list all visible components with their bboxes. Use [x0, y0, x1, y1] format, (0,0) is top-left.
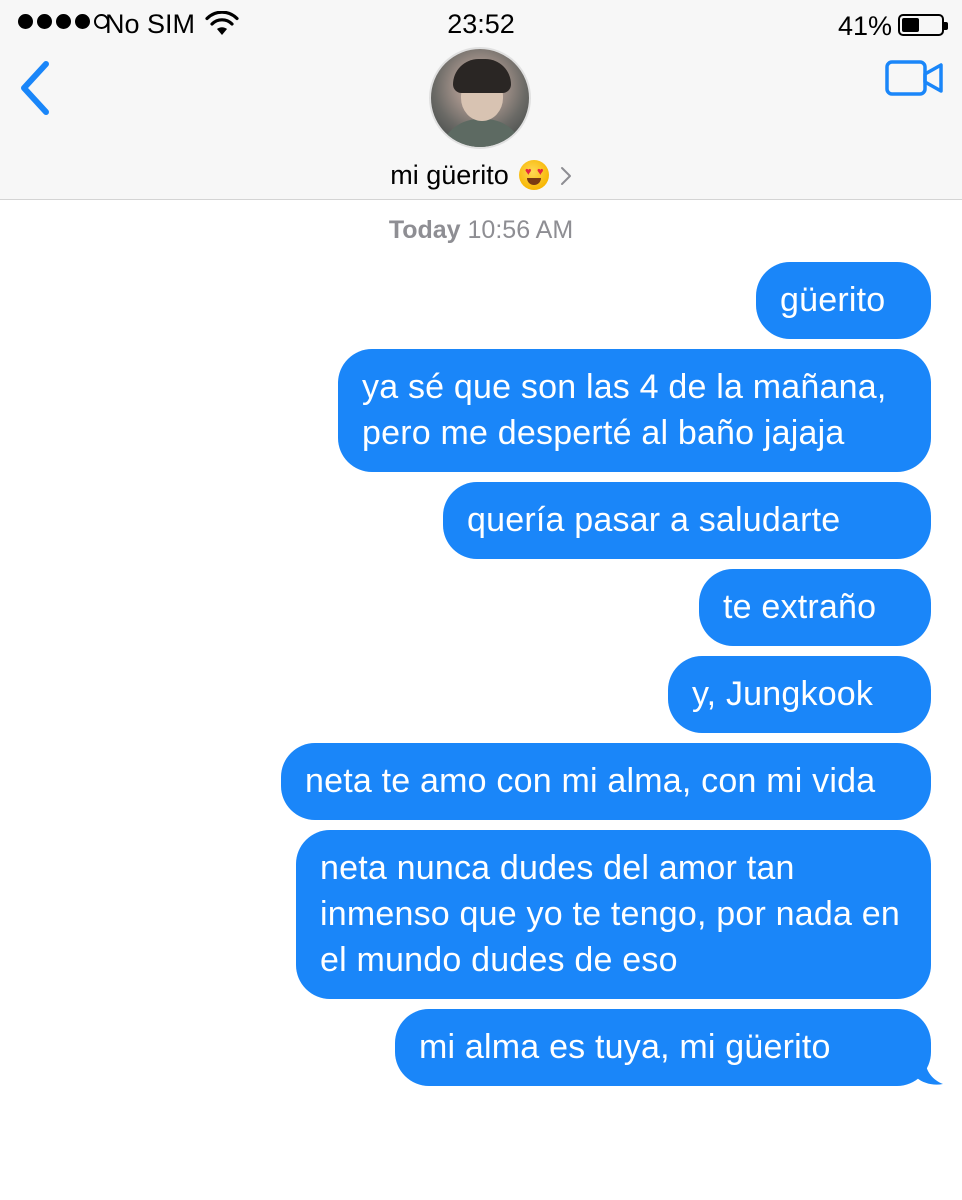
sent-message-bubble[interactable]: mi alma es tuya, mi güerito: [395, 1009, 943, 1086]
message-timestamp: Today 10:56 AM: [0, 216, 962, 245]
sent-message-text: mi alma es tuya, mi güerito: [419, 1028, 831, 1066]
sent-message-bubble[interactable]: neta te amo con mi alma, con mi vida: [281, 743, 931, 820]
chevron-right-icon: [560, 167, 571, 185]
heart-eyes-emoji-icon: ♥ ♥: [519, 160, 550, 190]
messages-screen: No SIM 23:52 41% mi güerito ♥ ♥ Today 10…: [0, 0, 962, 1200]
contact-name-button[interactable]: mi güerito ♥ ♥: [0, 160, 962, 191]
sent-message-bubble[interactable]: güerito: [756, 262, 931, 339]
signal-strength-icon: [18, 14, 109, 29]
sent-message-bubble[interactable]: neta nunca dudes del amor tan inmenso qu…: [296, 830, 931, 999]
video-camera-icon[interactable]: [884, 58, 946, 100]
contact-name: mi güerito: [390, 160, 509, 190]
timestamp-day: Today: [388, 216, 461, 244]
contact-avatar[interactable]: [429, 47, 531, 149]
bubble-tail-icon: [917, 1060, 943, 1085]
back-chevron-icon[interactable]: [12, 58, 62, 118]
sent-message-bubble[interactable]: quería pasar a saludarte: [443, 482, 931, 559]
sent-message-bubble[interactable]: ya sé que son las 4 de la mañana, pero m…: [338, 349, 931, 472]
battery-percentage: 41%: [837, 11, 892, 41]
sent-message-bubble[interactable]: y, Jungkook: [668, 656, 931, 733]
timestamp-time: 10:56 AM: [467, 216, 574, 244]
battery-icon: [898, 14, 948, 36]
carrier-label: No SIM: [105, 9, 196, 39]
wifi-icon: [205, 11, 239, 35]
status-bar: No SIM 23:52 41%: [0, 0, 962, 48]
sent-message-bubble[interactable]: te extraño: [699, 569, 931, 646]
message-list: güerito ya sé que son las 4 de la mañana…: [231, 262, 943, 1096]
